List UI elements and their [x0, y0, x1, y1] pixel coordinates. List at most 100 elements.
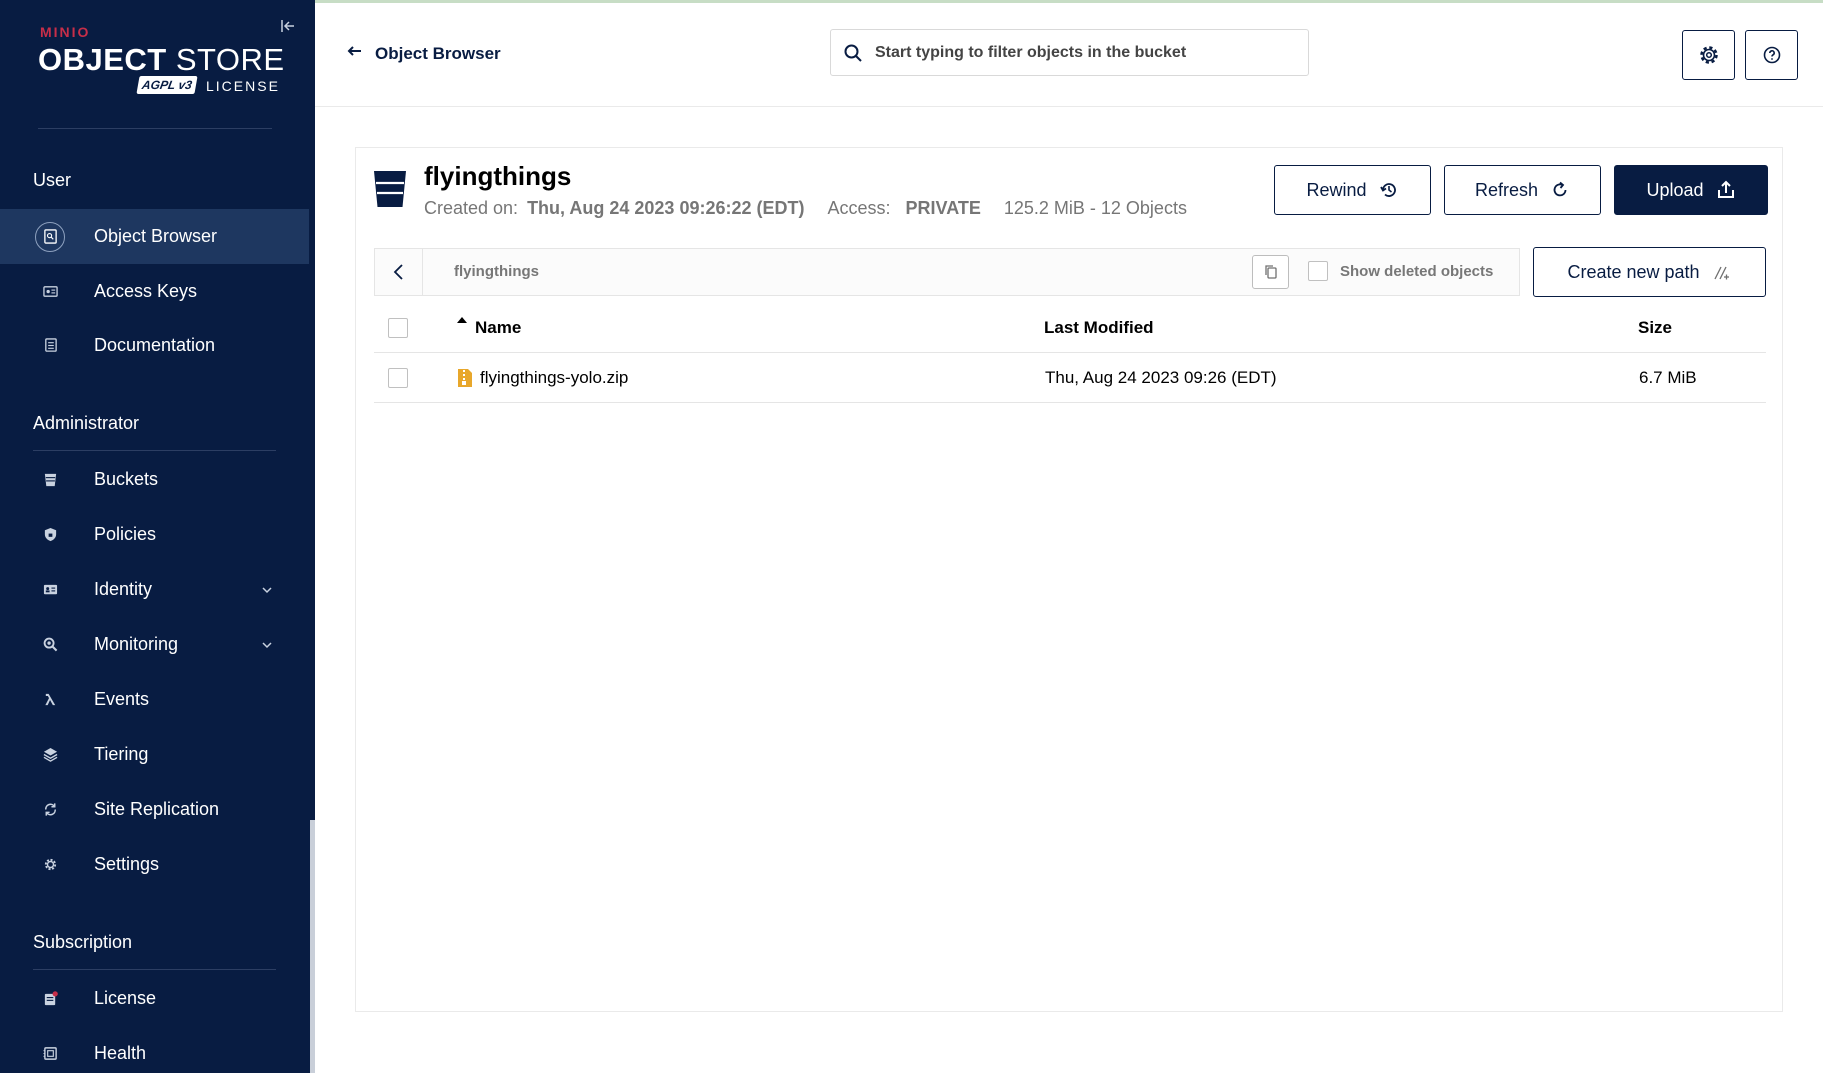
rewind-label: Rewind: [1306, 179, 1367, 200]
search-box[interactable]: [830, 29, 1309, 76]
sidebar: MINIO OBJECT STORE AGPL v3 LICENSE User …: [0, 0, 315, 1073]
sidebar-item-label: Identity: [94, 579, 153, 599]
bucket-meta: Created on: Thu, Aug 24 2023 09:26:22 (E…: [424, 198, 1187, 219]
sidebar-item-tiering[interactable]: Tiering: [0, 727, 309, 782]
created-label: Created on:: [424, 198, 519, 218]
row-checkbox[interactable]: [388, 368, 408, 388]
sidebar-item-license[interactable]: License: [0, 971, 309, 1026]
sidebar-item-access-keys[interactable]: Access Keys: [0, 264, 309, 319]
sidebar-item-object-browser[interactable]: Object Browser: [0, 209, 309, 264]
identity-icon: [35, 575, 65, 605]
lambda-icon: [35, 685, 65, 715]
bucket-title: flyingthings: [424, 161, 572, 191]
page-header: Object Browser: [315, 3, 1823, 107]
sidebar-item-label: Object Browser: [94, 226, 218, 246]
bucket-icon: [374, 171, 406, 207]
section-title-user: User: [33, 170, 72, 190]
show-deleted-label: Show deleted objects: [1340, 262, 1494, 280]
object-browser-icon: [35, 221, 65, 252]
sidebar-item-settings[interactable]: Settings: [0, 837, 309, 892]
access-label: Access:: [827, 198, 891, 218]
back-button-label: Object Browser: [375, 43, 501, 63]
sidebar-item-buckets[interactable]: Buckets: [0, 452, 309, 507]
create-path-label: Create new path: [1567, 261, 1700, 282]
section-title-subscription: Subscription: [33, 932, 133, 952]
documentation-icon: [35, 331, 65, 361]
row-last-modified: Thu, Aug 24 2023 09:26 (EDT): [1045, 368, 1277, 387]
sidebar-item-label: Events: [94, 689, 150, 709]
access-value: PRIVATE: [905, 198, 981, 218]
history-icon: [1379, 183, 1396, 197]
new-path-icon: [1713, 266, 1729, 280]
table-header: Name Last Modified Size: [374, 303, 1766, 353]
bucket-panel: flyingthings Created on: Thu, Aug 24 202…: [355, 147, 1783, 1012]
sidebar-item-policies[interactable]: Policies: [0, 507, 309, 562]
buckets-icon: [35, 465, 65, 495]
refresh-label: Refresh: [1474, 179, 1539, 200]
policies-icon: [35, 520, 65, 550]
bucket-usage: 125.2 MiB - 12 Objects: [1003, 198, 1187, 218]
brand-object-store: OBJECT STORE: [38, 42, 285, 77]
row-size: 6.7 MiB: [1639, 368, 1697, 387]
access-keys-icon: [35, 277, 65, 307]
column-header-last-modified[interactable]: Last Modified: [1044, 318, 1154, 338]
divider: [33, 450, 276, 451]
tiering-icon: [35, 740, 65, 770]
sidebar-item-label: Buckets: [94, 469, 159, 489]
collapse-sidebar-icon[interactable]: [278, 18, 298, 38]
back-to-object-browser-button[interactable]: Object Browser: [347, 43, 501, 64]
sidebar-item-monitoring[interactable]: Monitoring: [0, 617, 309, 672]
created-value: Thu, Aug 24 2023 09:26:22 (EDT): [527, 198, 805, 218]
copy-path-button[interactable]: [1252, 255, 1289, 289]
refresh-button[interactable]: Refresh: [1444, 165, 1601, 215]
sidebar-item-site-replication[interactable]: Site Replication: [0, 782, 309, 837]
row-name: flyingthings-yolo.zip: [480, 368, 629, 387]
sidebar-scrollbar[interactable]: [310, 820, 315, 1073]
minio-logo[interactable]: MINIO OBJECT STORE AGPL v3 LICENSE: [38, 24, 284, 104]
sidebar-item-label: Settings: [94, 854, 160, 874]
gear-icon: [1699, 46, 1718, 64]
brand-license: LICENSE: [206, 78, 280, 94]
select-all-checkbox[interactable]: [388, 318, 408, 338]
column-header-name[interactable]: Name: [475, 318, 521, 338]
sort-ascending-icon[interactable]: [456, 315, 468, 325]
monitoring-icon: [35, 630, 65, 660]
show-deleted-toggle[interactable]: Show deleted objects: [1308, 261, 1493, 281]
upload-icon: [1717, 180, 1734, 198]
help-icon: [1763, 46, 1780, 64]
sidebar-item-label: Policies: [94, 524, 157, 544]
objects-table: Name Last Modified Size flyingthings-yol…: [374, 303, 1766, 403]
rewind-button[interactable]: Rewind: [1274, 165, 1431, 215]
upload-label: Upload: [1646, 179, 1704, 200]
help-button[interactable]: [1745, 30, 1798, 80]
settings-icon: [35, 850, 65, 880]
sidebar-item-health[interactable]: Health: [0, 1026, 309, 1073]
path-back-button[interactable]: [375, 249, 423, 295]
breadcrumb[interactable]: flyingthings: [454, 263, 539, 280]
settings-button[interactable]: [1682, 30, 1735, 80]
sidebar-item-label: Health: [94, 1043, 147, 1063]
search-icon: [844, 44, 862, 62]
arrow-left-icon: [347, 43, 363, 64]
column-header-size[interactable]: Size: [1638, 318, 1672, 338]
sidebar-item-identity[interactable]: Identity: [0, 562, 309, 617]
sidebar-item-label: License: [94, 988, 157, 1008]
chevron-down-icon[interactable]: [260, 638, 274, 652]
section-title-administrator: Administrator: [33, 413, 140, 433]
refresh-icon: [1553, 181, 1567, 197]
show-deleted-checkbox[interactable]: [1308, 261, 1328, 281]
sidebar-item-label: Documentation: [94, 335, 216, 355]
sidebar-item-documentation[interactable]: Documentation: [0, 318, 309, 373]
divider: [38, 128, 272, 129]
chevron-down-icon[interactable]: [260, 583, 274, 597]
sidebar-item-label: Monitoring: [94, 634, 179, 654]
table-row[interactable]: flyingthings-yolo.zip Thu, Aug 24 2023 0…: [374, 353, 1766, 403]
copy-icon: [1264, 265, 1277, 279]
search-input[interactable]: [875, 30, 1295, 75]
create-new-path-button[interactable]: Create new path: [1533, 247, 1766, 297]
upload-button[interactable]: Upload: [1614, 165, 1768, 215]
path-bar: flyingthings Show deleted objects: [374, 248, 1520, 296]
sidebar-item-label: Site Replication: [94, 799, 220, 819]
license-icon: [35, 984, 65, 1014]
sidebar-item-events[interactable]: Events: [0, 672, 309, 727]
